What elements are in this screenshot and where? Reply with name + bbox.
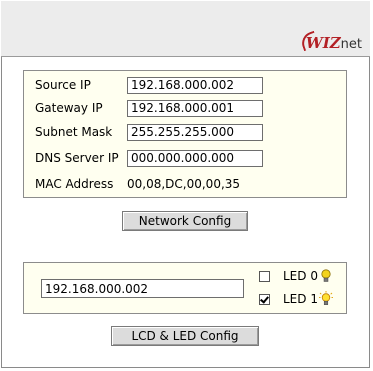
led-0-row: LED 0 (259, 267, 333, 285)
source-ip-label: Source IP (35, 78, 91, 92)
dns-server-ip-input[interactable] (127, 149, 263, 167)
source-ip-input[interactable] (127, 76, 263, 94)
wiznet-logo: WIZnet (298, 30, 362, 53)
mac-address-label: MAC Address (35, 177, 114, 191)
dns-server-ip-label: DNS Server IP (35, 151, 119, 165)
led-1-label: LED 1 (283, 292, 318, 306)
lcd-text-input[interactable] (41, 279, 244, 298)
mac-address-row: MAC Address 00,08,DC,00,00,35 (35, 174, 240, 194)
subnet-mask-label: Subnet Mask (35, 125, 113, 139)
mac-address-value: 00,08,DC,00,00,35 (127, 177, 241, 191)
source-ip-row: Source IP (35, 75, 263, 95)
led-1-checkbox[interactable] (259, 293, 270, 305)
gateway-ip-label: Gateway IP (35, 101, 103, 115)
lcd-led-panel: LED 0 LED 1 (23, 262, 347, 314)
lcd-led-config-button[interactable]: LCD & LED Config (111, 326, 259, 346)
gateway-ip-row: Gateway IP (35, 98, 263, 118)
network-config-button[interactable]: Network Config (122, 211, 248, 231)
led-0-checkbox[interactable] (259, 270, 270, 282)
subnet-mask-input[interactable] (127, 123, 263, 141)
bulb-off-icon (321, 269, 331, 282)
network-settings-panel: Source IP Gateway IP Subnet Mask DNS Ser… (23, 70, 347, 198)
subnet-mask-row: Subnet Mask (35, 122, 263, 142)
dns-server-ip-row: DNS Server IP (35, 148, 263, 168)
led-1-row: LED 1 (259, 290, 333, 308)
led-0-label: LED 0 (283, 269, 318, 283)
bulb-on-icon (319, 291, 333, 305)
logo-suffix-text: net (340, 37, 362, 52)
header-bar: WIZnet (1, 1, 370, 57)
gateway-ip-input[interactable] (127, 99, 263, 117)
